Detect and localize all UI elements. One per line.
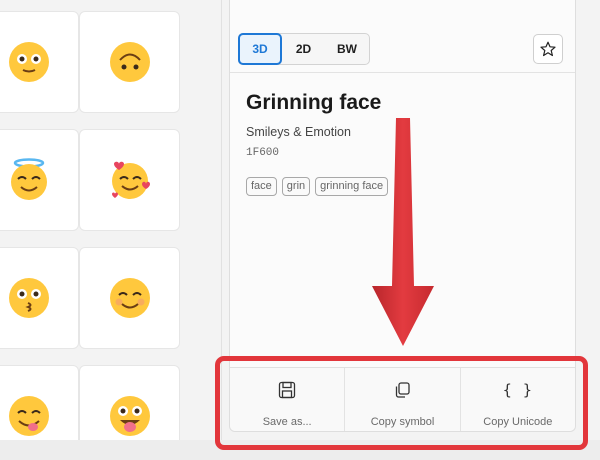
emoji-tile-halo[interactable]: [0, 129, 79, 231]
emoji-tile-smiling-hearts[interactable]: [79, 129, 180, 231]
emoji-tags: face grin grinning face: [246, 177, 389, 196]
preview-area: 3D 2D BW: [230, 0, 575, 73]
emoji-tile-smiling[interactable]: [79, 247, 180, 349]
emoji-grid: [0, 0, 221, 440]
favorite-button[interactable]: [533, 34, 563, 64]
tongue-emoji-icon: [8, 396, 49, 436]
star-icon: [540, 41, 556, 57]
emoji-tile-kissing[interactable]: [0, 247, 79, 349]
emoji-tile-upside-down[interactable]: [79, 11, 180, 113]
tag-chip[interactable]: grin: [281, 177, 311, 196]
emoji-codepoint: 1F600: [246, 147, 280, 159]
emoji-tile-zany[interactable]: [79, 365, 180, 440]
view-mode-2d-button[interactable]: 2D: [282, 34, 325, 64]
zany-emoji-icon: [109, 396, 150, 436]
tag-chip[interactable]: face: [246, 177, 277, 196]
halo-emoji-icon: [10, 158, 47, 200]
smiling-emoji-icon: [109, 278, 150, 318]
view-mode-selector: 3D 2D BW: [238, 33, 370, 65]
annotation-highlight-box: [215, 356, 588, 450]
emoji-tile-tongue[interactable]: [0, 365, 79, 440]
wide-eyes-emoji-icon: [8, 42, 49, 82]
smiling-hearts-emoji-icon: [111, 161, 150, 199]
view-mode-bw-button[interactable]: BW: [325, 34, 369, 64]
upside-down-emoji-icon: [109, 42, 150, 82]
view-mode-3d-button[interactable]: 3D: [238, 33, 282, 65]
emoji-tile-wide-eyes[interactable]: [0, 11, 79, 113]
emoji-name: Grinning face: [246, 91, 382, 114]
emoji-category: Smileys & Emotion: [246, 125, 351, 139]
kissing-emoji-icon: [8, 278, 49, 318]
annotation-arrow-down-icon: [372, 118, 434, 346]
